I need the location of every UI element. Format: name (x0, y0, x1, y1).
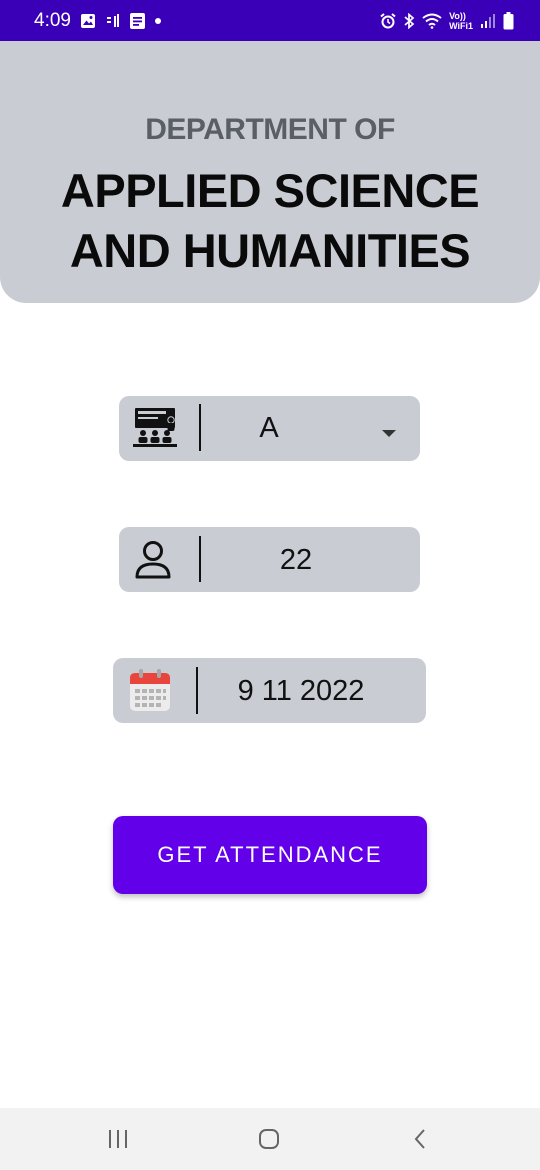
back-button[interactable] (380, 1108, 460, 1170)
user-icon (134, 540, 172, 585)
notification-dot-icon (154, 17, 162, 25)
cell-signal-icon (480, 13, 496, 29)
field-divider (196, 667, 198, 714)
class-select[interactable]: A (119, 396, 420, 461)
bluetooth-icon (403, 12, 415, 29)
header-title-line2: AND HUMANITIES (69, 224, 471, 277)
field-divider (199, 536, 201, 582)
status-bar: 4:09 Vo)) WiFi1 (0, 0, 540, 41)
alarm-icon (380, 12, 396, 29)
roll-number-value: 22 (279, 544, 313, 576)
status-time: 4:09 (34, 9, 71, 31)
get-attendance-button[interactable]: GET ATTENDANCE (113, 816, 427, 894)
back-icon (414, 1129, 425, 1149)
wifi-calling-label: WiFi1 (449, 20, 473, 31)
calendar-icon (129, 668, 171, 717)
department-header: DEPARTMENT OF APPLIED SCIENCE AND HUMANI… (0, 41, 540, 303)
dropdown-arrow-icon[interactable] (382, 425, 396, 443)
header-title-line1: APPLIED SCIENCE (60, 164, 480, 217)
system-navigation-bar (0, 1108, 540, 1170)
header-subtitle: DEPARTMENT OF (145, 113, 395, 146)
wifi-icon (422, 13, 442, 29)
roll-number-input[interactable]: 22 (119, 527, 420, 592)
signal-small-icon (105, 13, 121, 29)
battery-icon (503, 11, 514, 30)
network-label: Vo)) WiFi1 (449, 11, 473, 31)
header-title: APPLIED SCIENCE AND HUMANITIES (0, 161, 540, 281)
gallery-icon (80, 13, 96, 29)
class-select-value: A (259, 412, 279, 444)
field-divider (199, 404, 201, 451)
recent-apps-icon (109, 1130, 127, 1148)
date-value: 9 11 2022 (237, 675, 365, 707)
home-icon (259, 1129, 279, 1149)
recent-apps-button[interactable] (78, 1108, 158, 1170)
classroom-icon (131, 406, 179, 455)
notes-icon (129, 12, 145, 29)
date-input[interactable]: 9 11 2022 (113, 658, 426, 723)
home-button[interactable] (229, 1108, 309, 1170)
volte-label: Vo)) (449, 10, 466, 21)
